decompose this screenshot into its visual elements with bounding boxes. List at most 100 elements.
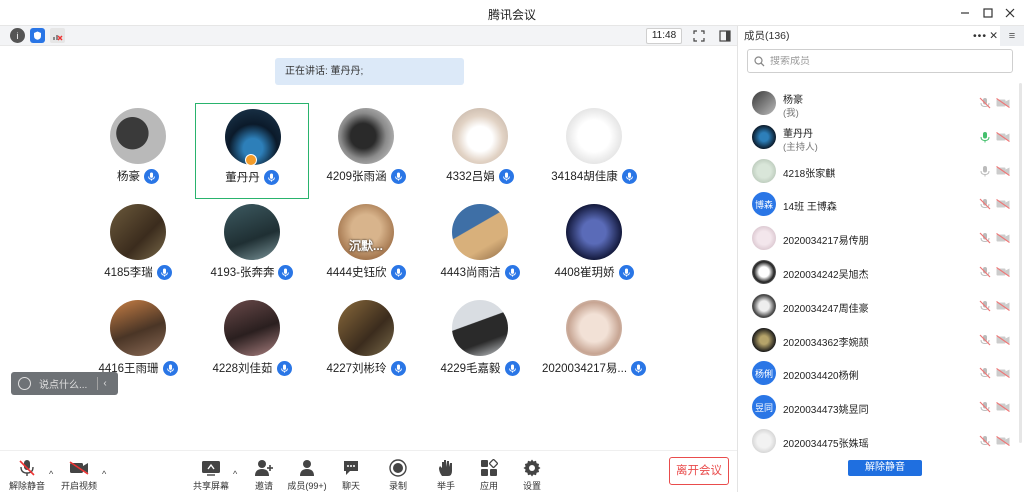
participant-tile[interactable]: 4209张雨涵 xyxy=(309,103,423,199)
avatar-initials: 杨俐 xyxy=(754,368,773,379)
member-name: 4218张家麒 xyxy=(783,168,836,180)
unmute-all-button[interactable]: 解除静音 xyxy=(848,460,922,476)
divider xyxy=(97,377,99,390)
participant-tile[interactable]: 4443尚雨洁 xyxy=(423,199,537,295)
close-panel-icon[interactable]: ✕ xyxy=(989,26,998,46)
member-name: 2020034362李婉颉 xyxy=(783,337,869,349)
muted-mic-icon[interactable] xyxy=(979,165,991,177)
participant-tile[interactable]: 4185李瑞 xyxy=(81,199,195,295)
collapse-chevron-icon[interactable]: ‹ xyxy=(103,378,106,389)
member-list-scrollbar[interactable] xyxy=(1019,83,1022,443)
members-button[interactable]: 成员(99+) xyxy=(282,458,332,492)
camera-off-icon[interactable] xyxy=(996,436,1010,446)
participant-name: 4443尚雨洁 xyxy=(440,267,501,279)
camera-off-icon[interactable] xyxy=(996,98,1010,108)
more-options-icon[interactable]: ••• xyxy=(973,26,987,46)
member-row[interactable]: 董丹丹 (主持人) xyxy=(738,123,1024,155)
participant-tile[interactable]: 34184胡佳康 xyxy=(537,103,651,199)
camera-off-icon[interactable] xyxy=(996,334,1010,345)
avatar xyxy=(338,108,394,164)
mic-icon xyxy=(631,360,647,376)
member-search-box[interactable] xyxy=(747,49,1013,73)
camera-off-icon[interactable] xyxy=(996,199,1010,210)
muted-mic-icon[interactable] xyxy=(979,367,991,379)
unmute-button[interactable]: 解除静音 xyxy=(2,458,52,492)
participant-name: 4408崔玥娇 xyxy=(554,267,615,279)
participant-tile[interactable]: 沉默... 4444史钰欣 xyxy=(309,199,423,295)
security-shield-icon[interactable] xyxy=(30,28,45,43)
muted-mic-icon[interactable] xyxy=(979,300,991,312)
member-row[interactable]: 博森 14班 王博森 xyxy=(738,190,1024,222)
avatar xyxy=(566,300,622,356)
participant-tile[interactable]: 4193-张奔奔 xyxy=(195,199,309,295)
member-name: 2020034217易传朋 xyxy=(783,236,869,248)
participant-name: 34184胡佳康 xyxy=(551,171,618,183)
participant-tile[interactable]: 4408崔玥娇 xyxy=(537,199,651,295)
member-row[interactable]: 2020034362李婉颉 xyxy=(738,326,1024,358)
record-button[interactable]: 录制 xyxy=(373,458,423,492)
participant-tile[interactable]: 4229毛嘉毅 xyxy=(423,295,537,391)
member-row[interactable]: 4218张家麒 xyxy=(738,157,1024,189)
member-row[interactable]: 2020034242吴旭杰 xyxy=(738,258,1024,290)
member-row[interactable]: 昱同 2020034473姚昱同 xyxy=(738,393,1024,425)
participant-name: 4229毛嘉毅 xyxy=(440,363,501,375)
member-row[interactable]: 杨豪 (我) xyxy=(738,89,1024,121)
member-role: (我) xyxy=(783,108,799,119)
settings-button[interactable]: 设置 xyxy=(507,458,557,492)
muted-mic-icon[interactable] xyxy=(979,97,991,109)
participant-tile[interactable]: 4332吕娟 xyxy=(423,103,537,199)
avatar xyxy=(452,204,508,260)
emoji-icon[interactable] xyxy=(18,377,31,390)
participant-tile[interactable]: 董丹丹 xyxy=(195,103,309,199)
camera-off-icon[interactable] xyxy=(996,165,1010,176)
participant-name-row: 2020034217易... xyxy=(517,360,671,376)
minimize-icon[interactable] xyxy=(955,3,975,23)
member-row[interactable]: 2020034217易传朋 xyxy=(738,224,1024,256)
panel-menu-icon[interactable]: ≡ xyxy=(1000,26,1024,46)
participant-name: 4228刘佳茹 xyxy=(212,363,273,375)
hand-icon xyxy=(436,458,456,477)
camera-off-icon[interactable] xyxy=(996,267,1010,277)
member-row[interactable]: 2020034247周佳豪 xyxy=(738,292,1024,324)
toggle-sidebar-icon[interactable] xyxy=(717,28,733,44)
muted-mic-icon[interactable] xyxy=(979,232,991,244)
muted-mic-icon[interactable] xyxy=(979,435,991,447)
share-options-chevron-icon[interactable]: ^ xyxy=(233,469,237,479)
muted-mic-icon[interactable] xyxy=(979,401,991,413)
camera-off-icon[interactable] xyxy=(996,300,1010,311)
chat-bubble-icon xyxy=(341,458,361,477)
meeting-info-strip: i 11:48 xyxy=(0,26,737,46)
member-row[interactable]: 2020034475张姝瑶 xyxy=(738,427,1024,459)
chat-button[interactable]: 聊天 xyxy=(326,458,376,492)
camera-off-icon[interactable] xyxy=(996,402,1010,413)
audio-options-chevron-icon[interactable]: ^ xyxy=(49,469,53,479)
participant-name-row: 34184胡佳康 xyxy=(517,168,671,184)
avatar xyxy=(110,108,166,164)
muted-mic-icon[interactable] xyxy=(979,266,991,278)
muted-mic-icon[interactable] xyxy=(979,198,991,210)
video-options-chevron-icon[interactable]: ^ xyxy=(102,469,106,479)
info-icon[interactable]: i xyxy=(10,28,25,43)
participant-tile[interactable]: 4228刘佳茹 xyxy=(195,295,309,391)
active-mic-icon[interactable] xyxy=(979,131,991,143)
close-icon[interactable] xyxy=(1000,3,1020,23)
participant-tile[interactable]: 4227刘彬玲 xyxy=(309,295,423,391)
camera-off-icon[interactable] xyxy=(996,368,1010,379)
avatar xyxy=(338,300,394,356)
maximize-icon[interactable] xyxy=(978,3,998,23)
avatar xyxy=(752,158,776,183)
leave-meeting-button[interactable]: 离开会议 xyxy=(669,457,729,485)
network-signal-icon[interactable] xyxy=(50,28,65,43)
avatar xyxy=(752,429,776,453)
member-row[interactable]: 杨俐 2020034420杨俐 xyxy=(738,359,1024,391)
start-video-button[interactable]: 开启视频 xyxy=(54,458,104,492)
fullscreen-icon[interactable] xyxy=(691,28,707,44)
chat-quick-input[interactable]: 说点什么... ‹ xyxy=(11,372,118,395)
member-search-input[interactable] xyxy=(770,55,990,67)
share-screen-button[interactable]: 共享屏幕 xyxy=(186,458,236,492)
muted-mic-icon[interactable] xyxy=(979,334,991,346)
camera-off-icon[interactable] xyxy=(996,233,1010,244)
members-panel-header: 成员(136) ••• ✕ xyxy=(738,26,1001,46)
participant-tile[interactable]: 2020034217易... xyxy=(537,295,651,391)
camera-off-icon[interactable] xyxy=(996,131,1010,142)
